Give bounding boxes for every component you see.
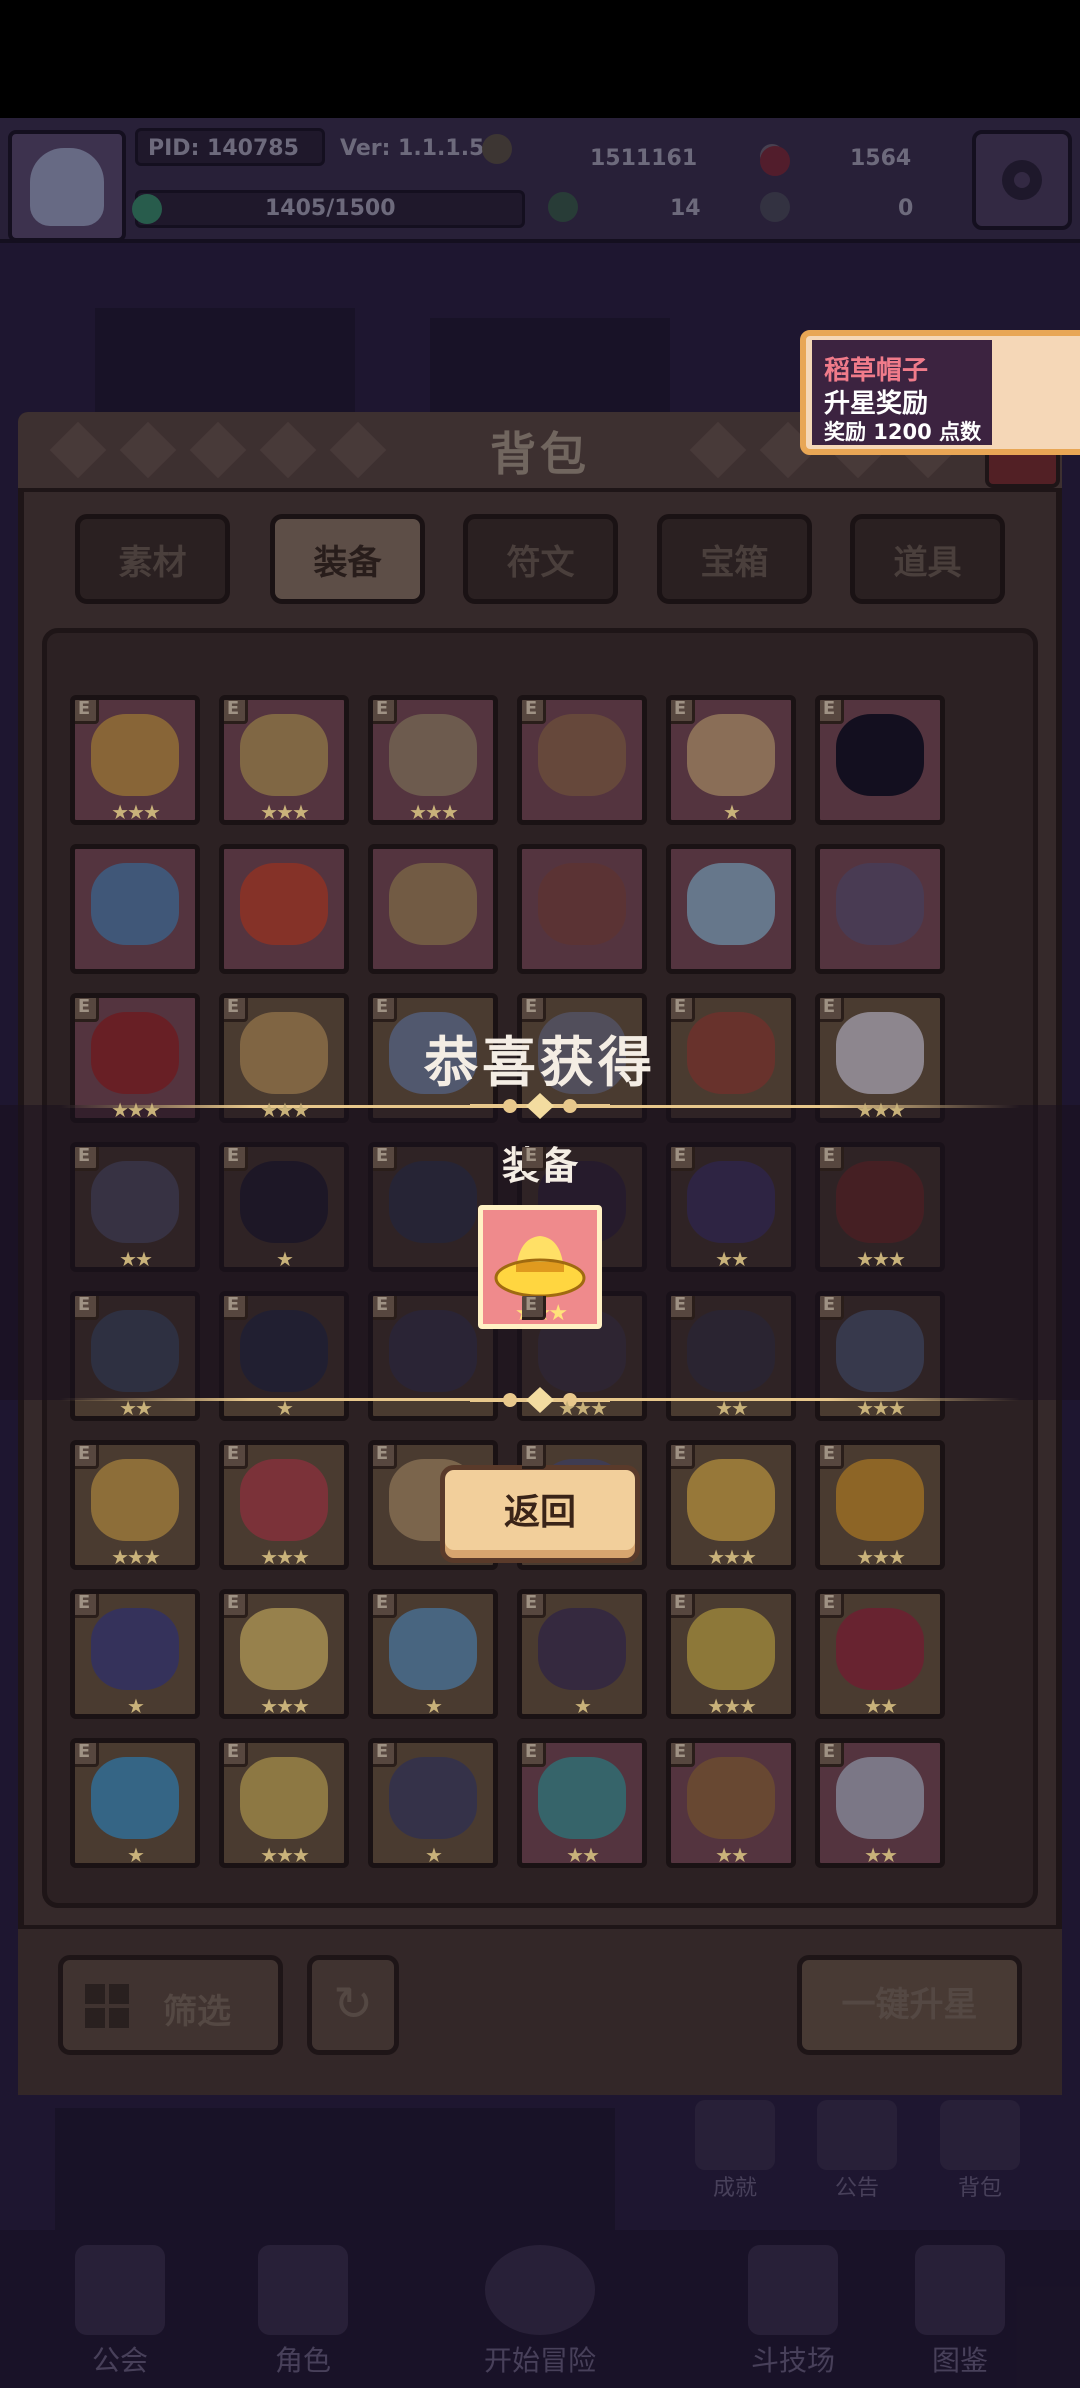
equipped-badge: E	[373, 700, 397, 724]
reward-title: 恭喜获得	[424, 1031, 656, 1094]
equipped-badge: E	[820, 1743, 844, 1767]
equipped-badge: E	[373, 1594, 397, 1618]
toast-title: 升星奖励	[824, 389, 929, 419]
equipped-badge: E	[75, 1147, 99, 1171]
equipped-badge: E	[75, 1743, 99, 1767]
equipped-badge: E	[75, 1594, 99, 1618]
equipped-badge: E	[75, 1445, 99, 1469]
status-bar-area	[0, 0, 1080, 118]
return-button[interactable]: 返回	[440, 1465, 640, 1563]
equipped-badge: E	[373, 1445, 397, 1469]
equipped-badge: E	[671, 1296, 695, 1320]
equipped-badge: E	[522, 700, 546, 724]
equipped-badge: E	[522, 1594, 546, 1618]
equipped-badge: E	[75, 700, 99, 724]
equipped-badge: E	[820, 700, 844, 724]
upgrade-reward-toast[interactable]: 稻草帽子 升星奖励 奖励 1200 点数	[800, 330, 1080, 455]
equipped-badge: E	[224, 998, 248, 1022]
equipped-badge: E	[671, 700, 695, 724]
equipped-badge: E	[373, 1147, 397, 1171]
equipped-badge: E	[224, 1296, 248, 1320]
toast-item-name: 稻草帽子	[824, 356, 929, 386]
equipped-badge: E	[820, 1594, 844, 1618]
equipped-badge: E	[820, 998, 844, 1022]
equipped-badge: E	[671, 1743, 695, 1767]
ornament-icon	[470, 1093, 610, 1119]
equipped-badge: E	[671, 1594, 695, 1618]
equipped-badge: E	[671, 1445, 695, 1469]
equipped-badge: E	[224, 700, 248, 724]
game-screen: PID: 140785 Ver: 1.1.1.5 1405/1500 15111…	[0, 0, 1080, 2388]
equipped-badge: E	[522, 1296, 546, 1320]
equipped-badge: E	[75, 1296, 99, 1320]
equipped-badge: E	[224, 1147, 248, 1171]
equipped-badge: E	[522, 1445, 546, 1469]
equipped-badge: E	[820, 1445, 844, 1469]
equipped-badge: E	[522, 1147, 546, 1171]
equipped-badge: E	[224, 1594, 248, 1618]
equipped-badge: E	[224, 1445, 248, 1469]
equipped-badge: E	[373, 1296, 397, 1320]
equipped-badge: E	[75, 998, 99, 1022]
equipped-badge: E	[373, 998, 397, 1022]
equipped-badge: E	[820, 1147, 844, 1171]
equipped-badge: E	[224, 1743, 248, 1767]
equipped-badge: E	[671, 998, 695, 1022]
equipped-badge: E	[522, 998, 546, 1022]
equipped-badge: E	[671, 1147, 695, 1171]
equipped-badge: E	[820, 1296, 844, 1320]
equipped-badge: E	[522, 1743, 546, 1767]
toast-reward-text: 奖励 1200 点数	[824, 420, 982, 444]
equipped-badge: E	[373, 1743, 397, 1767]
